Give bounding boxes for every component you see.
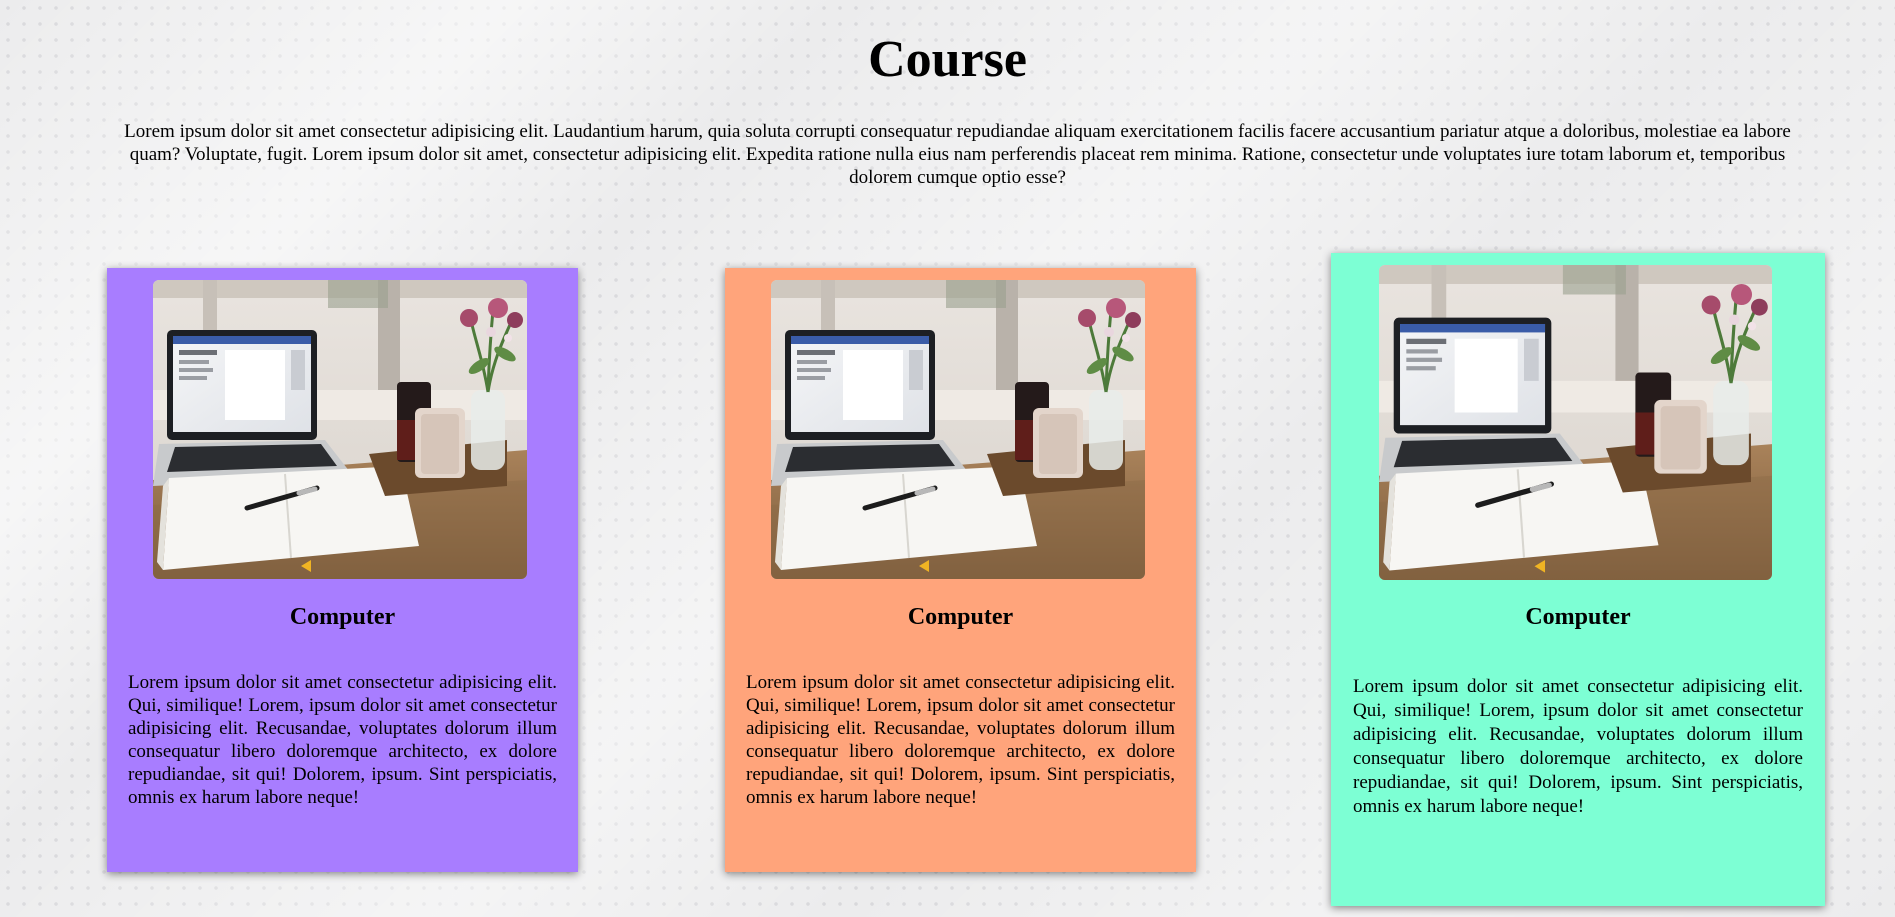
page-title: Course <box>868 31 1027 88</box>
card-title: Computer <box>289 604 396 630</box>
card-title: Computer <box>907 604 1014 630</box>
intro-paragraph: Lorem ipsum dolor sit amet consectetur a… <box>124 121 1791 188</box>
card-title: Computer <box>1525 604 1631 630</box>
card-description: Lorem ipsum dolor sit amet consectetur a… <box>1353 676 1803 817</box>
course-card: Computer Lorem ipsum dolor sit amet cons… <box>107 268 578 872</box>
laptop-desk-photo <box>771 280 1145 579</box>
course-card: Computer Lorem ipsum dolor sit amet cons… <box>725 268 1196 872</box>
laptop-desk-photo <box>153 280 527 579</box>
laptop-desk-photo <box>1379 265 1772 580</box>
card-description: Lorem ipsum dolor sit amet consectetur a… <box>746 672 1175 808</box>
card-description: Lorem ipsum dolor sit amet consectetur a… <box>128 672 557 808</box>
course-card: Computer Lorem ipsum dolor sit amet cons… <box>1331 253 1825 906</box>
